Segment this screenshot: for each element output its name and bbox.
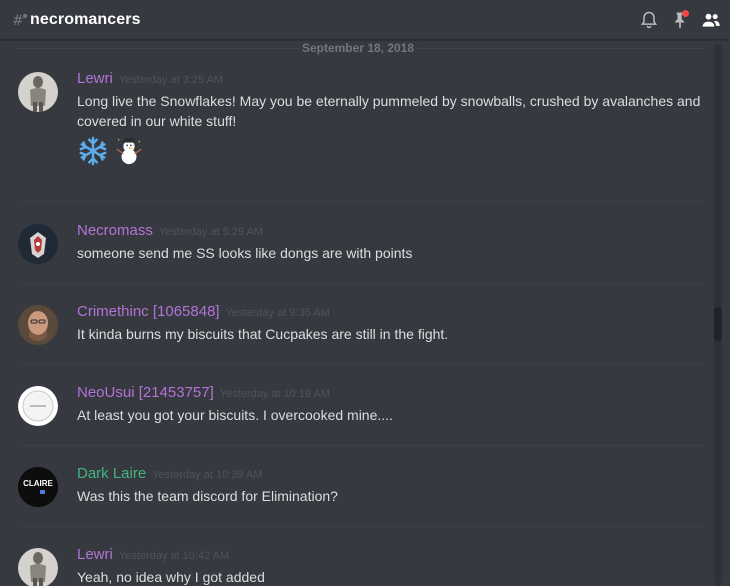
message-separator xyxy=(20,364,704,365)
timestamp: Yesterday at 3:25 AM xyxy=(118,74,224,86)
avatar[interactable] xyxy=(18,224,58,264)
snowflake-icon[interactable] xyxy=(77,135,109,167)
avatar[interactable]: CLAIRE xyxy=(18,467,58,507)
username[interactable]: Crimethinc [1065848] xyxy=(77,303,220,320)
avatar[interactable] xyxy=(18,386,58,426)
message-text: At least you got your biscuits. I overco… xyxy=(77,407,393,423)
timestamp: Yesterday at 10:39 AM xyxy=(152,469,263,481)
message-group: Necromass Yesterday at 5:29 AM someone s… xyxy=(0,222,716,283)
channel-header: # necromancers xyxy=(0,0,730,40)
username[interactable]: Dark Laire xyxy=(77,465,146,482)
avatar-text: CLAIRE xyxy=(23,479,53,488)
date-divider-text: September 18, 2018 xyxy=(297,41,419,55)
message-text: Yeah, no idea why I got added xyxy=(77,569,265,585)
avatar[interactable] xyxy=(18,305,58,345)
message-text: someone send me SS looks like dongs are … xyxy=(77,245,413,261)
date-divider: September 18, 2018 xyxy=(12,41,704,57)
username[interactable]: Lewri xyxy=(77,546,113,563)
message-group: Lewri Yesterday at 3:25 AM Long live the… xyxy=(0,70,716,198)
message-text: Long live the Snowflakes! May you be ete… xyxy=(77,93,701,129)
message-separator xyxy=(20,201,704,202)
username[interactable]: Necromass xyxy=(77,222,153,239)
message-separator xyxy=(20,526,704,527)
message-separator xyxy=(20,445,704,446)
scrollbar-thumb[interactable] xyxy=(714,307,722,341)
avatar[interactable] xyxy=(18,72,58,112)
pin-icon[interactable] xyxy=(667,7,693,33)
members-icon[interactable] xyxy=(698,7,724,33)
avatar[interactable] xyxy=(18,548,58,586)
bell-icon[interactable] xyxy=(636,7,662,33)
hash-icon: # xyxy=(12,12,28,28)
timestamp: Yesterday at 9:35 AM xyxy=(225,307,330,319)
message-list[interactable]: September 18, 2018 Lewri Yesterday at 3:… xyxy=(0,41,716,586)
message-group: Crimethinc [1065848] Yesterday at 9:35 A… xyxy=(0,303,716,364)
message-text: It kinda burns my biscuits that Cucpakes… xyxy=(77,326,449,342)
message-group: NeoUsui [21453757] Yesterday at 10:19 AM… xyxy=(0,384,716,445)
message-group: Lewri Yesterday at 10:42 AM Yeah, no ide… xyxy=(0,546,716,586)
pin-alert-dot xyxy=(682,10,689,17)
timestamp: Yesterday at 10:42 AM xyxy=(118,550,230,562)
message-group: CLAIRE Dark Laire Yesterday at 10:39 AM … xyxy=(0,465,716,526)
channel-name: necromancers xyxy=(30,10,141,28)
timestamp: Yesterday at 10:19 AM xyxy=(219,388,331,400)
username[interactable]: Lewri xyxy=(77,70,113,87)
emoji-row xyxy=(77,135,704,167)
svg-text:#: # xyxy=(12,13,24,28)
username[interactable]: NeoUsui [21453757] xyxy=(77,384,214,401)
message-separator xyxy=(20,283,704,284)
timestamp: Yesterday at 5:29 AM xyxy=(158,226,264,238)
snowman-icon[interactable] xyxy=(113,135,145,167)
message-text: Was this the team discord for Eliminatio… xyxy=(77,488,338,504)
